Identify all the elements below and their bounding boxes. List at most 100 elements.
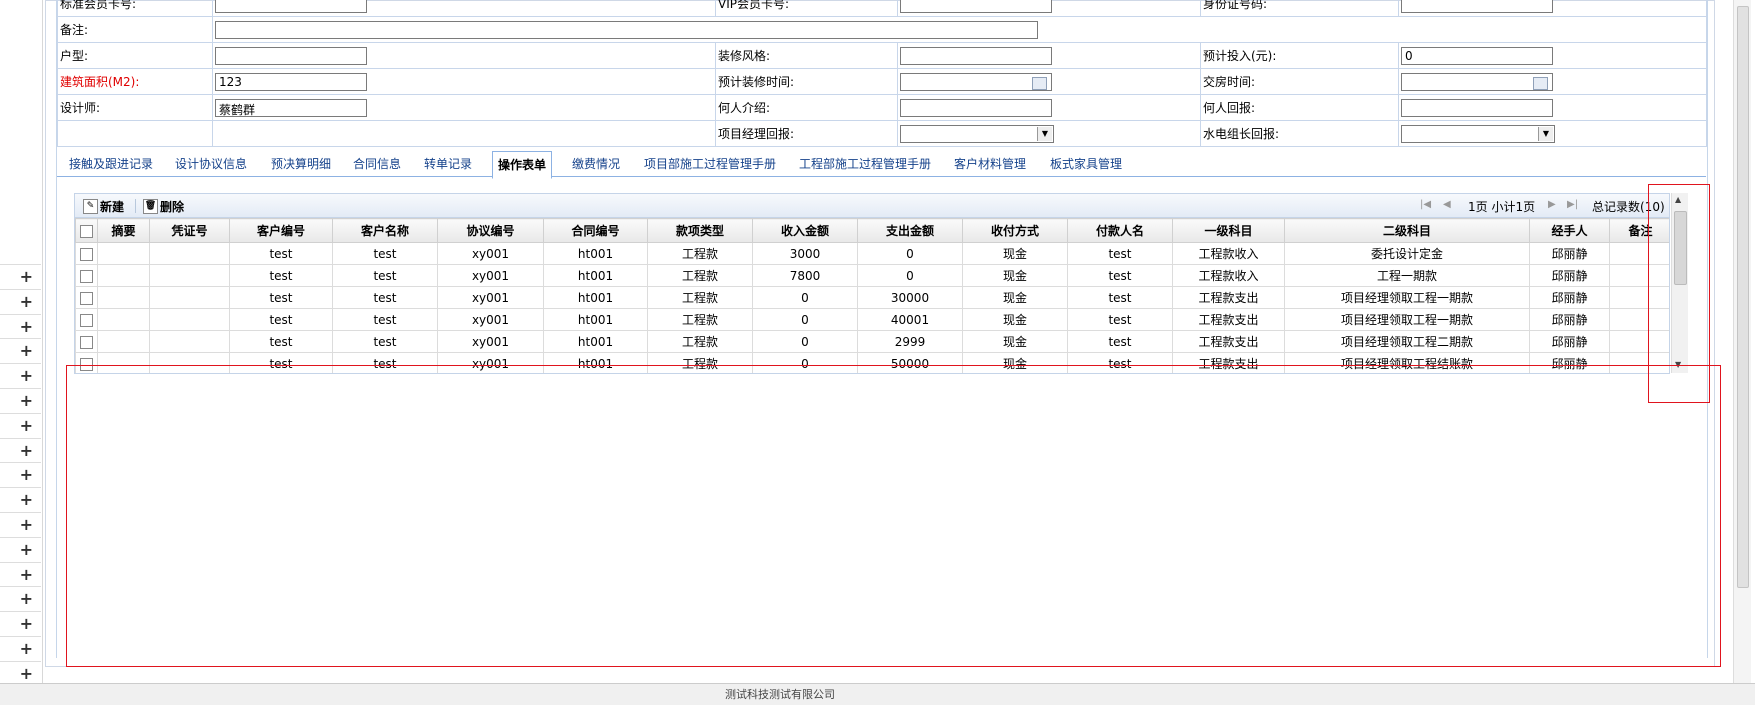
expand-plus-icon[interactable]: + [0, 313, 41, 338]
intro-input[interactable] [900, 98, 1052, 117]
expand-plus-icon[interactable]: + [0, 660, 41, 685]
expand-plus-icon[interactable]: + [0, 636, 41, 660]
table-cell: test [332, 330, 438, 353]
table-row[interactable]: test test xy001 ht001 工程款 0 2999 现金 test 工程款支出 项目经… [75, 330, 1669, 353]
table-row[interactable]: test test xy001 ht001 工程款 3000 0 现金 test 工程款收入 委托设… [75, 242, 1669, 265]
expand-plus-icon[interactable]: + [0, 437, 41, 462]
chevron-down-icon[interactable]: ▼ [1538, 126, 1553, 141]
column-header[interactable]: 二级科目 [1284, 218, 1530, 243]
table-row[interactable]: test test xy001 ht001 工程款 0 40001 现金 test 工程款支出 项目… [75, 308, 1669, 331]
expand-plus-icon[interactable]: + [0, 388, 41, 412]
handover-input[interactable] [1401, 72, 1553, 91]
expand-plus-icon[interactable]: + [0, 611, 41, 635]
prev-page-icon[interactable]: ◀ [1443, 199, 1451, 210]
row-select-cell[interactable] [75, 286, 98, 309]
grid-scrollbar[interactable]: ▲ ▼ [1671, 193, 1688, 373]
page-scrollbar[interactable] [1733, 0, 1751, 683]
expand-plus-icon[interactable]: + [0, 338, 41, 362]
row-checkbox[interactable] [80, 291, 93, 305]
expand-plus-icon[interactable]: + [0, 363, 41, 387]
column-header[interactable]: 客户编号 [229, 218, 333, 243]
expand-plus-icon[interactable]: + [0, 586, 41, 610]
column-header[interactable]: 协议编号 [437, 218, 544, 243]
tab-budget-detail[interactable]: 预决算明细 [271, 155, 331, 172]
tab-design-agreement[interactable]: 设计协议信息 [175, 155, 247, 172]
table-cell: 工程款 [647, 264, 753, 287]
column-header[interactable]: 凭证号 [149, 218, 230, 243]
first-page-icon[interactable]: |◀ [1420, 199, 1431, 210]
calendar-icon[interactable] [1032, 76, 1047, 90]
column-header[interactable]: 合同编号 [543, 218, 648, 243]
column-header[interactable]: 收入金额 [752, 218, 858, 243]
table-row[interactable]: test test xy001 ht001 工程款 0 50000 现金 test 工程款支出 项目… [75, 352, 1669, 373]
tab-project-manual[interactable]: 项目部施工过程管理手册 [644, 155, 776, 172]
expand-plus-icon[interactable]: + [0, 288, 41, 313]
column-header[interactable]: 付款人名 [1067, 218, 1173, 243]
next-page-icon[interactable]: ▶ [1548, 199, 1556, 210]
column-header[interactable]: 经手人 [1529, 218, 1610, 243]
delete-button[interactable]: 🗑 删除 [143, 198, 184, 215]
column-header[interactable]: 款项类型 [647, 218, 753, 243]
new-icon: ✎ [83, 199, 98, 214]
plan-time-input[interactable] [900, 72, 1052, 91]
row-select-cell[interactable] [75, 264, 98, 287]
budget-input[interactable]: 0 [1401, 46, 1553, 65]
tab-contract-info[interactable]: 合同信息 [353, 155, 401, 172]
scroll-down-icon[interactable]: ▼ [1675, 360, 1681, 369]
row-checkbox[interactable] [80, 247, 93, 261]
tab-material-management[interactable]: 客户材料管理 [954, 155, 1026, 172]
row-checkbox[interactable] [80, 335, 93, 349]
designer-input[interactable]: 蔡鹤群 [215, 98, 367, 117]
tab-payment[interactable]: 缴费情况 [572, 155, 620, 172]
table-row[interactable]: test test xy001 ht001 工程款 0 30000 现金 test 工程款支出 项目… [75, 286, 1669, 309]
row-checkbox[interactable] [80, 313, 93, 327]
expand-plus-icon[interactable]: + [0, 412, 41, 437]
reply-input[interactable] [1401, 98, 1553, 117]
expand-plus-icon[interactable]: + [0, 536, 41, 561]
select-all-checkbox[interactable] [80, 224, 93, 238]
column-header[interactable]: 客户名称 [332, 218, 438, 243]
area-input[interactable]: 123 [215, 72, 367, 91]
tab-transfer-records[interactable]: 转单记录 [424, 155, 472, 172]
column-header[interactable]: 支出金额 [857, 218, 963, 243]
expand-plus-icon[interactable]: + [0, 264, 41, 288]
row-checkbox[interactable] [80, 269, 93, 283]
tab-operation-form[interactable]: 操作表单 [492, 151, 553, 179]
column-header[interactable]: 摘要 [97, 218, 150, 243]
expand-plus-icon[interactable]: + [0, 462, 41, 486]
table-row[interactable]: test test xy001 ht001 工程款 7800 0 现金 test 工程款收入 工程一… [75, 264, 1669, 287]
handover-label: 交房时间: [1200, 68, 1399, 95]
house-type-input[interactable] [215, 46, 367, 65]
scroll-up-icon[interactable]: ▲ [1675, 195, 1681, 204]
row-select-cell[interactable] [75, 242, 98, 265]
expand-plus-icon[interactable]: + [0, 512, 41, 536]
member-card-input[interactable] [215, 0, 367, 13]
row-select-cell[interactable] [75, 330, 98, 353]
last-page-icon[interactable]: ▶| [1567, 199, 1578, 210]
row-select-cell[interactable] [75, 352, 98, 373]
chevron-down-icon[interactable]: ▼ [1037, 126, 1052, 141]
tab-engineering-manual[interactable]: 工程部施工过程管理手册 [799, 155, 931, 172]
water-leader-select[interactable]: ▼ [1401, 124, 1555, 143]
table-cell: 现金 [962, 308, 1068, 331]
decor-style-input[interactable] [900, 46, 1052, 65]
pm-reply-select[interactable]: ▼ [900, 124, 1054, 143]
calendar-icon[interactable] [1533, 76, 1548, 90]
column-header[interactable]: 一级科目 [1172, 218, 1285, 243]
id-number-input[interactable] [1401, 0, 1553, 13]
expand-plus-icon[interactable]: + [0, 487, 41, 511]
tab-furniture-management[interactable]: 板式家具管理 [1050, 155, 1122, 172]
vip-card-input[interactable] [900, 0, 1052, 13]
expand-plus-icon[interactable]: + [0, 561, 41, 586]
row-checkbox[interactable] [80, 357, 93, 371]
select-all-header[interactable] [75, 218, 98, 243]
remark-input[interactable] [215, 20, 1038, 39]
column-header[interactable]: 备注 [1609, 218, 1669, 243]
new-button[interactable]: ✎ 新建 [83, 198, 124, 215]
column-header[interactable]: 收付方式 [962, 218, 1068, 243]
tab-contact-records[interactable]: 接触及跟进记录 [69, 155, 153, 172]
row-select-cell[interactable] [75, 308, 98, 331]
scroll-thumb[interactable] [1674, 211, 1687, 285]
page-scroll-thumb[interactable] [1737, 6, 1749, 588]
table-cell [149, 264, 230, 287]
